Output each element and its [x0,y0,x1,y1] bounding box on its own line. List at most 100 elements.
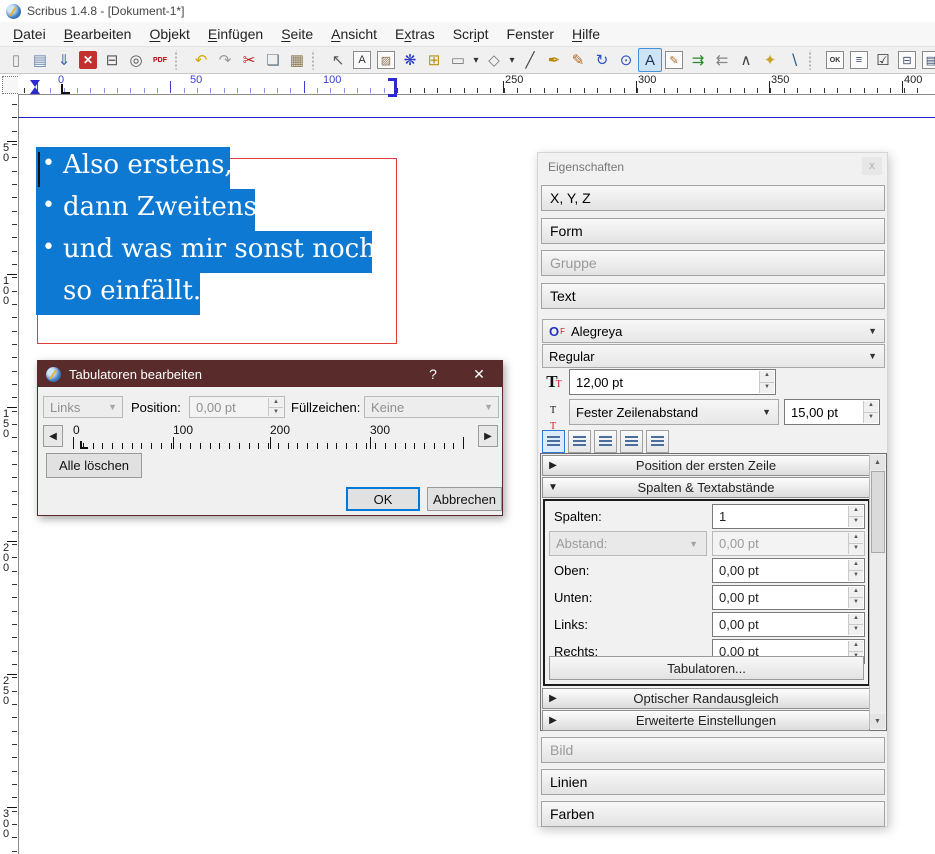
right-indent-marker[interactable] [388,78,397,97]
spinner-arrows[interactable]: ▲▼ [848,560,863,581]
ok-button[interactable]: OK [346,487,420,511]
zoom-icon[interactable]: ⊙ [614,48,638,72]
scrollbar-thumb[interactable] [871,471,885,553]
section-farben-button[interactable]: Farben [541,801,885,827]
insert-text-frame-icon[interactable]: A [350,48,374,72]
spinner-arrows[interactable]: ▲▼ [759,371,774,393]
spinner-arrows[interactable]: ▲▼ [848,506,863,527]
horizontal-ruler[interactable]: 050100 250300350400 [18,74,935,95]
tab-dialog-ruler[interactable]: 0100200300 [68,425,468,449]
menu-fenster[interactable]: Fenster [498,24,563,44]
text-line[interactable]: so einfällt. [36,273,200,315]
spinner-arrows[interactable]: ▲▼ [848,614,863,635]
insert-bezier-icon[interactable]: ✒ [542,48,566,72]
pdf-list-box-icon[interactable]: ▤ [919,48,935,72]
copy-properties-icon[interactable]: ✦ [758,48,782,72]
insert-image-frame-icon[interactable]: ▨ [374,48,398,72]
shape-dropdown-icon[interactable]: ▾ [470,48,482,72]
dialog-titlebar[interactable]: Tabulatoren bearbeiten ? ✕ [38,361,502,387]
undo-icon[interactable]: ↶ [189,48,213,72]
section-bild-button[interactable]: Bild [541,737,885,763]
expander-columns[interactable]: ▼ Spalten & Textabstände [542,477,870,498]
insert-freehand-icon[interactable]: ✎ [566,48,590,72]
spinner-arrows[interactable]: ▲▼ [863,401,878,423]
value-spinbox[interactable]: 1 ▲▼ [712,504,865,529]
section-text-button[interactable]: Text [541,283,885,309]
link-text-frames-icon[interactable]: ⇉ [686,48,710,72]
toolbar-separator[interactable] [312,50,323,70]
text-line[interactable]: •Also erstens, [36,147,230,189]
clear-all-button[interactable]: Alle löschen [46,453,142,478]
value-spinbox[interactable]: 0,00 pt ▲▼ [712,585,865,610]
menu-extras[interactable]: Extras [386,24,444,44]
menu-seite[interactable]: Seite [272,24,322,44]
unlink-text-frames-icon[interactable]: ⇇ [710,48,734,72]
print-icon[interactable]: ⊟ [100,48,124,72]
spinner-arrows[interactable]: ▲▼ [848,587,863,608]
scroll-up-icon[interactable]: ▲ [870,455,885,470]
value-spinbox[interactable]: 0,00 pt ▲▼ [712,558,865,583]
measurements-icon[interactable]: ∧ [734,48,758,72]
insert-render-frame-icon[interactable]: ❋ [398,48,422,72]
align-justify-button[interactable] [620,430,643,453]
line-spacing-spinbox[interactable]: 15,00 pt ▲▼ [784,399,880,425]
copy-icon[interactable]: ❏ [261,48,285,72]
menu-einfuegen[interactable]: Einfügen [199,24,272,44]
pdf-checkbox-icon[interactable]: ☑ [871,48,895,72]
line-spacing-mode-dropdown[interactable]: Fester Zeilenabstand ▼ [569,399,779,425]
toolbar-separator[interactable] [175,50,186,70]
scroll-down-icon[interactable]: ▼ [870,714,885,729]
margin-guide-line[interactable] [18,117,935,118]
select-item-icon[interactable]: ↖ [326,48,350,72]
menu-script[interactable]: Script [444,24,498,44]
story-editor-icon[interactable]: ✎ [662,48,686,72]
font-size-spinbox[interactable]: 12,00 pt ▲▼ [569,369,776,395]
edit-contents-icon[interactable]: A [638,48,662,72]
redo-icon[interactable]: ↷ [213,48,237,72]
expander-advanced-settings[interactable]: ▶ Erweiterte Einstellungen [542,710,870,731]
ruler-scroll-right-button[interactable]: ▶ [478,425,498,447]
section-linien-button[interactable]: Linien [541,769,885,795]
align-forced-justify-button[interactable] [646,430,669,453]
pdf-combo-box-icon[interactable]: ⊟ [895,48,919,72]
cut-icon[interactable]: ✂ [237,48,261,72]
left-indent-marker[interactable] [30,87,40,94]
menu-bearbeiten[interactable]: Bearbeiten [55,24,141,44]
palette-close-button[interactable]: x [862,157,882,175]
eye-dropper-icon[interactable]: ∖ [782,48,806,72]
expander-optical-margins[interactable]: ▶ Optischer Randausgleich [542,688,870,709]
insert-polygon-icon[interactable]: ◇ [482,48,506,72]
polygon-dropdown-icon[interactable]: ▾ [506,48,518,72]
first-line-indent-marker[interactable] [30,80,40,87]
menu-hilfe[interactable]: Hilfe [563,24,609,44]
dialog-help-button[interactable]: ? [416,361,450,387]
preflight-verifier-icon[interactable]: ◎ [124,48,148,72]
paste-icon[interactable]: ▦ [285,48,309,72]
insert-shape-icon[interactable]: ▭ [446,48,470,72]
value-spinbox[interactable]: 0,00 pt ▲▼ [712,612,865,637]
pdf-text-field-icon[interactable]: ≡ [847,48,871,72]
section-gruppe-button[interactable]: Gruppe [541,250,885,276]
ruler-scroll-left-button[interactable]: ◀ [43,425,63,447]
panel-scrollbar[interactable]: ▲ ▼ [869,455,885,729]
rotate-item-icon[interactable]: ↻ [590,48,614,72]
cancel-button[interactable]: Abbrechen [427,487,502,511]
vertical-ruler[interactable]: 50100150200250300 [0,94,19,854]
export-pdf-icon[interactable]: PDF [148,48,172,72]
open-document-icon[interactable]: ▤ [28,48,52,72]
toolbar-separator[interactable] [809,50,820,70]
text-line[interactable]: •und was mir sonst noch [36,231,372,273]
align-left-button[interactable] [542,430,565,453]
pdf-push-button-icon[interactable]: OK [823,48,847,72]
font-family-dropdown[interactable]: O F Alegreya ▼ [542,319,885,343]
dialog-close-button[interactable]: ✕ [462,361,496,387]
text-line[interactable]: •dann Zweitens [36,189,255,231]
menu-objekt[interactable]: Objekt [140,24,198,44]
align-center-button[interactable] [568,430,591,453]
expander-first-line[interactable]: ▶ Position der ersten Zeile [542,455,870,476]
section-xyz-button[interactable]: X, Y, Z [541,185,885,211]
font-style-dropdown[interactable]: Regular ▼ [542,344,885,368]
menu-ansicht[interactable]: Ansicht [322,24,386,44]
section-form-button[interactable]: Form [541,218,885,244]
menu-datei[interactable]: Datei [4,24,55,44]
